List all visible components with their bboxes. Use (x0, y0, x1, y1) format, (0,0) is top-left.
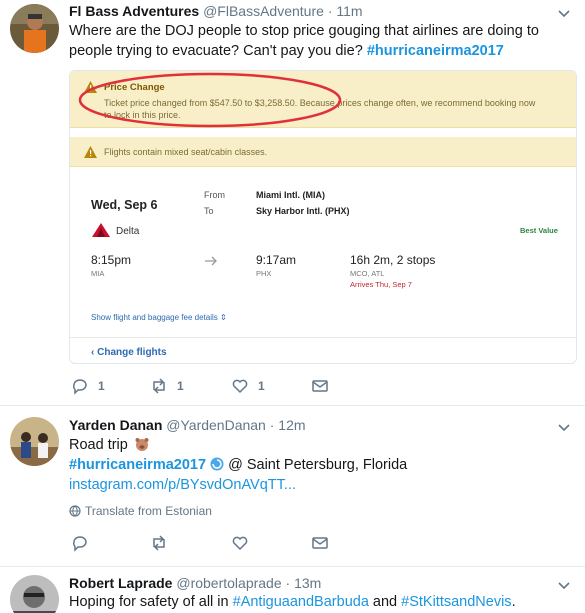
chevron-down-icon[interactable] (557, 6, 571, 20)
depart-code: MIA (91, 269, 105, 278)
like-button[interactable] (231, 533, 249, 553)
tweet-body-and: and (368, 594, 402, 610)
change-flights-link[interactable]: ‹ Change flights (91, 347, 167, 358)
timestamp[interactable]: · 13m (286, 575, 322, 591)
red-circle-annotation (78, 72, 342, 128)
arrow-right-icon (205, 256, 217, 266)
like-count: 1 (258, 379, 265, 393)
airline-name: Delta (116, 226, 140, 237)
reply-icon (73, 536, 87, 552)
depart-time: 8:15pm (91, 253, 132, 267)
hashtag-link[interactable]: #hurricaneirma2017 (69, 457, 206, 473)
retweet-icon (153, 535, 165, 551)
like-button[interactable]: 1 (231, 376, 265, 396)
price-change-banner: Price Change Ticket price changed from $… (70, 71, 576, 128)
tweet-body-end: . (511, 594, 516, 610)
retweet-icon (153, 378, 165, 394)
tweet-text: Where are the DOJ people to stop price g… (69, 21, 579, 61)
hashtag-link[interactable]: #AntiguaandBarbuda (233, 594, 369, 610)
globe-icon (69, 505, 81, 517)
details-link[interactable]: Show flight and baggage fee details ⇕ (91, 313, 227, 322)
hashtag-link[interactable]: #hurricaneirma2017 (367, 43, 504, 59)
handle[interactable]: @YardenDanan (166, 417, 266, 433)
retweet-button[interactable] (150, 533, 168, 553)
card-divider (70, 337, 576, 338)
avatar[interactable] (10, 575, 59, 613)
reply-button[interactable] (71, 533, 89, 553)
to-label: To (204, 206, 214, 216)
tweet-text: Hoping for safety of all in #AntiguaandB… (69, 592, 579, 612)
reply-count: 1 (98, 379, 105, 393)
from-label: From (204, 190, 225, 200)
heart-icon (232, 379, 248, 394)
timestamp[interactable]: · 12m (270, 417, 306, 433)
display-name[interactable]: Yarden Danan (69, 417, 162, 433)
reply-icon (73, 379, 87, 395)
arrives-note: Arrives Thu, Sep 7 (350, 280, 412, 289)
handle[interactable]: @robertolaprade (176, 575, 281, 591)
flight-date: Wed, Sep 6 (91, 198, 158, 212)
from-airport: Miami Intl. (MIA) (256, 190, 325, 200)
to-airport: Sky Harbor Intl. (PHX) (256, 206, 350, 216)
retweet-count: 1 (177, 379, 184, 393)
tweet-1[interactable]: Fl Bass Adventures @FlBassAdventure · 11… (0, 0, 585, 405)
warning-icon (84, 146, 97, 158)
display-name[interactable]: Robert Laprade (69, 575, 172, 591)
timestamp[interactable]: · 11m (328, 3, 363, 19)
heart-icon (232, 536, 248, 551)
retweet-button[interactable]: 1 (150, 376, 184, 396)
best-value-badge: Best Value (520, 226, 558, 235)
tweet-3[interactable]: Robert Laprade @robertolaprade · 13m Hop… (0, 567, 585, 613)
envelope-icon (312, 380, 328, 392)
tweet-2[interactable]: Yarden Danan @YardenDanan · 12m Road tri… (0, 406, 585, 566)
tweet-header: Yarden Danan @YardenDanan · 12m (69, 416, 306, 434)
avatar[interactable] (10, 417, 59, 466)
translate-button[interactable]: Translate from Estonian (69, 504, 212, 518)
arrive-time: 9:17am (256, 253, 297, 267)
tweet-header: Fl Bass Adventures @FlBassAdventure · 11… (69, 2, 363, 20)
hurricane-emoji-icon (210, 457, 224, 471)
dm-button[interactable] (311, 533, 329, 553)
banner-message: Flights contain mixed seat/cabin classes… (104, 147, 268, 157)
chevron-down-icon[interactable] (557, 578, 571, 592)
location-text: @ Saint Petersburg, Florida (224, 457, 408, 473)
reply-button[interactable]: 1 (71, 376, 105, 396)
dm-button[interactable] (311, 376, 329, 396)
avatar[interactable] (10, 4, 59, 53)
tweet-text: Road trip #hurricaneirma2017 @ Saint Pet… (69, 435, 579, 495)
tweet-body: Hoping for safety of all in (69, 594, 233, 610)
chevron-down-icon[interactable] (557, 420, 571, 434)
tweet-header: Robert Laprade @robertolaprade · 13m (69, 574, 321, 592)
delta-logo-icon (92, 223, 110, 237)
pig-emoji-icon (135, 438, 149, 451)
attached-image[interactable]: Price Change Ticket price changed from $… (69, 70, 577, 364)
stops: MCO, ATL (350, 269, 385, 278)
duration: 16h 2m, 2 stops (350, 253, 436, 267)
mixed-class-banner: Flights contain mixed seat/cabin classes… (70, 137, 576, 167)
envelope-icon (312, 537, 328, 549)
instagram-link[interactable]: instagram.com/p/BYsvdOnAVqTT... (69, 477, 296, 493)
arrive-code: PHX (256, 269, 272, 278)
display-name[interactable]: Fl Bass Adventures (69, 3, 199, 19)
handle[interactable]: @FlBassAdventure (203, 3, 324, 19)
tweet-body: Road trip (69, 437, 128, 453)
translate-label: Translate from Estonian (85, 504, 212, 518)
hashtag-link[interactable]: #StKittsandNevis (401, 594, 511, 610)
